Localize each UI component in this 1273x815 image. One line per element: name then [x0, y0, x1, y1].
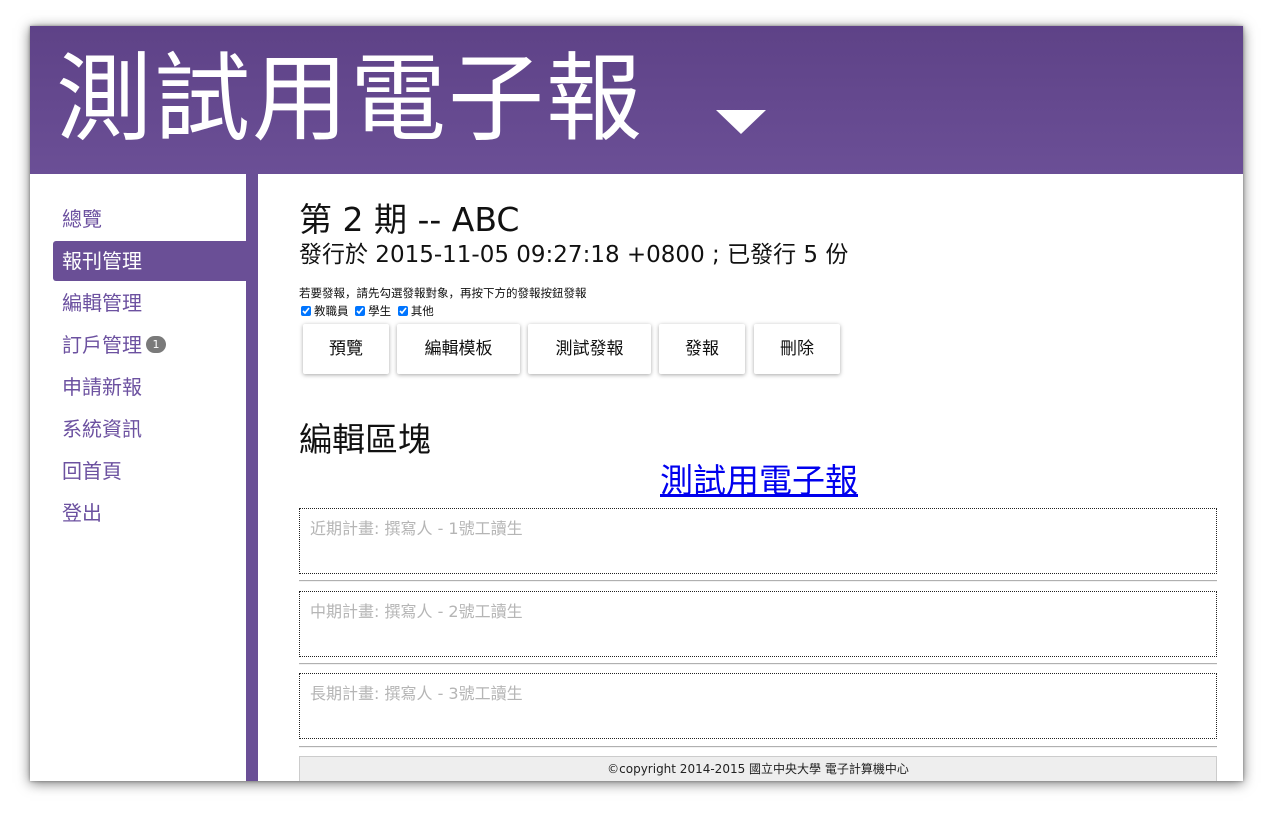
- target-label: 學生: [368, 304, 392, 318]
- site-title: 測試用電子報: [56, 43, 644, 155]
- block-placeholder: 中期計畫: 撰寫人 - 2號工讀生: [310, 602, 523, 621]
- content-block-mid-term[interactable]: 中期計畫: 撰寫人 - 2號工讀生: [299, 591, 1217, 657]
- target-label: 教職員: [314, 304, 349, 318]
- content-block-long-term[interactable]: 長期計畫: 撰寫人 - 3號工讀生: [299, 673, 1217, 739]
- block-divider: [299, 663, 1217, 665]
- sidebar-item-home[interactable]: 回首頁: [53, 451, 246, 491]
- app-window: 測試用電子報 總覽 報刊管理 編輯管理 訂戶管理 1 申請新報 系統資訊 回首頁 …: [30, 26, 1243, 781]
- sidebar-item-subscriber-management[interactable]: 訂戶管理 1: [53, 325, 246, 365]
- subscriber-count-badge: 1: [146, 336, 166, 353]
- target-staff-checkbox[interactable]: [301, 306, 311, 316]
- target-others: 其他: [397, 304, 434, 318]
- sidebar-item-label: 系統資訊: [62, 417, 142, 441]
- delete-button[interactable]: 刪除: [754, 324, 840, 374]
- sidebar-item-label: 回首頁: [62, 459, 122, 483]
- issue-meta: 發行於 2015-11-05 09:27:18 +0800 ; 已發行 5 份: [299, 242, 849, 268]
- block-divider: [299, 746, 1217, 748]
- target-others-checkbox[interactable]: [397, 306, 408, 316]
- header-banner: 測試用電子報: [30, 26, 1243, 174]
- sidebar-item-label: 總覽: [62, 207, 102, 231]
- sidebar-item-newsletter-management[interactable]: 報刊管理: [53, 241, 246, 281]
- issue-title: 第 2 期 -- ABC: [299, 200, 520, 239]
- sidebar-item-label: 編輯管理: [62, 291, 142, 315]
- sidebar-item-system-info[interactable]: 系統資訊: [53, 409, 246, 449]
- target-staff: 教職員: [301, 304, 349, 318]
- block-placeholder: 近期計畫: 撰寫人 - 1號工讀生: [310, 519, 523, 538]
- sidebar-item-label: 申請新報: [62, 375, 142, 399]
- sidebar: 總覽 報刊管理 編輯管理 訂戶管理 1 申請新報 系統資訊 回首頁 登出: [30, 174, 246, 781]
- block-placeholder: 長期計畫: 撰寫人 - 3號工讀生: [310, 684, 523, 703]
- sidebar-item-label: 登出: [62, 501, 102, 525]
- edit-blocks-heading: 編輯區塊: [299, 420, 431, 459]
- block-divider: [299, 580, 1217, 582]
- send-targets: 教職員 學生 其他: [301, 303, 437, 319]
- send-hint: 若要發報，請先勾選發報對象，再按下方的發報按鈕發報: [299, 286, 587, 300]
- sidebar-divider-bar: [246, 174, 258, 781]
- content-block-near-term[interactable]: 近期計畫: 撰寫人 - 1號工讀生: [299, 508, 1217, 574]
- copyright-footer: ©copyright 2014-2015 國立中央大學 電子計算機中心: [299, 756, 1217, 781]
- sidebar-item-label: 報刊管理: [62, 249, 142, 273]
- sidebar-item-overview[interactable]: 總覽: [53, 199, 246, 239]
- sidebar-item-apply-new[interactable]: 申請新報: [53, 367, 246, 407]
- main-content: 第 2 期 -- ABC 發行於 2015-11-05 09:27:18 +08…: [299, 174, 1219, 781]
- sidebar-item-label: 訂戶管理: [62, 333, 142, 357]
- target-label: 其他: [410, 304, 434, 318]
- target-students: 學生: [355, 304, 391, 318]
- title-dropdown-caret-icon[interactable]: [716, 110, 766, 134]
- test-send-button[interactable]: 測試發報: [528, 324, 651, 374]
- sidebar-item-editor-management[interactable]: 編輯管理: [53, 283, 246, 323]
- sidebar-item-logout[interactable]: 登出: [53, 493, 246, 533]
- send-button[interactable]: 發報: [659, 324, 745, 374]
- edit-template-button[interactable]: 編輯模板: [397, 324, 520, 374]
- preview-button[interactable]: 預覽: [303, 324, 389, 374]
- target-students-checkbox[interactable]: [355, 306, 366, 316]
- newsletter-title-link[interactable]: 測試用電子報: [299, 459, 1219, 503]
